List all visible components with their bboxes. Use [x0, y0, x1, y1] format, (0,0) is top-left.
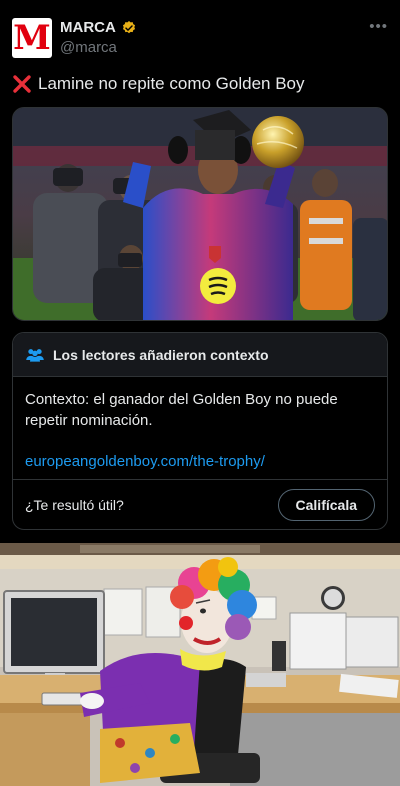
avatar[interactable]: M [12, 18, 52, 58]
display-name[interactable]: MARCA [60, 19, 116, 36]
tweet-body: Lamine no repite como Golden Boy [38, 74, 305, 93]
handle[interactable]: @marca [60, 39, 117, 56]
community-note: Los lectores añadieron contexto Contexto… [12, 332, 388, 530]
people-icon [26, 348, 44, 362]
community-note-body: Contexto: el ganador del Golden Boy no p… [13, 377, 387, 470]
tweet-text: Lamine no repite como Golden Boy [12, 74, 305, 94]
helpful-question: ¿Te resultó útil? [25, 496, 124, 513]
tweet-photo[interactable] [12, 107, 388, 321]
community-note-link[interactable]: europeangoldenboy.com/the-trophy/ [25, 453, 375, 470]
avatar-logo-letter: M [13, 18, 51, 58]
clown-at-computer-illustration [0, 543, 400, 786]
photo-player-with-trophy [13, 108, 387, 320]
tweet-header: M MARCA @marca ••• [12, 16, 388, 60]
meme-image-clown-at-desk [0, 543, 400, 786]
community-note-header: Los lectores añadieron contexto [13, 333, 387, 377]
community-note-text: Contexto: el ganador del Golden Boy no p… [25, 391, 338, 429]
rate-note-button[interactable]: Califícala [277, 488, 375, 521]
name-row: MARCA [60, 19, 137, 36]
verified-badge-icon [122, 20, 135, 33]
tweet-card: M MARCA @marca ••• Lamine no repite como… [0, 0, 400, 543]
community-note-title: Los lectores añadieron contexto [53, 346, 269, 363]
cross-mark-icon [13, 75, 31, 93]
community-note-footer: ¿Te resultó útil? Califícala [13, 479, 387, 529]
more-options-icon[interactable]: ••• [369, 18, 388, 35]
